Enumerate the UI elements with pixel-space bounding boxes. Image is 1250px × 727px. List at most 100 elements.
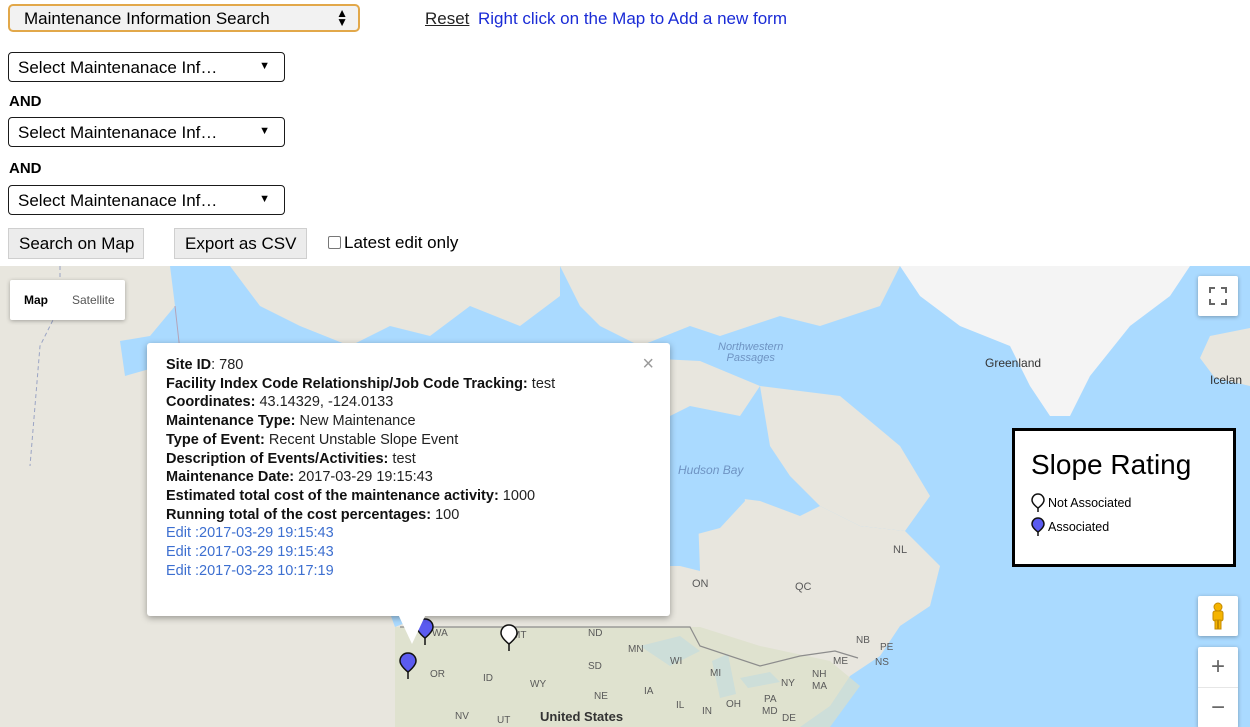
fullscreen-icon [1209, 287, 1227, 305]
map-label-de: DE [782, 713, 796, 724]
site-id-line: Site ID: 780 [166, 356, 670, 375]
map-label-in: IN [702, 706, 712, 717]
latest-edit-label: Latest edit only [344, 233, 459, 252]
map-label-sd: SD [588, 661, 602, 672]
maintenance-type-value: New Maintenance [295, 413, 416, 430]
street-view-button[interactable] [1198, 596, 1238, 636]
search-mode-value: Maintenance Information Search [24, 9, 270, 28]
maintenance-type-label: Maintenance Type: [166, 413, 296, 430]
map-label-united-states: United States [540, 709, 624, 724]
info-window: × Site ID: 780 Facility Index Code Relat… [147, 343, 670, 616]
maintenance-date-value: 2017-03-29 19:15:43 [294, 469, 433, 486]
site-id-value: : 780 [211, 357, 244, 373]
site-id-label: Site ID [166, 357, 212, 373]
facility-label: Facility Index Code Relationship/Job Cod… [166, 375, 528, 392]
edit-link-1[interactable]: Edit :2017-03-29 19:15:43 [166, 524, 670, 543]
chevron-down-icon: ▼ [259, 60, 270, 72]
map-label-nh: NH [812, 669, 827, 680]
legend-row-not-associated: Not Associated [1031, 491, 1233, 515]
filter-select-1[interactable]: Select Maintenanace Inf… ▼ [8, 52, 285, 82]
marker-not-associated[interactable] [500, 624, 518, 652]
map-label-oh: OH [726, 699, 741, 710]
event-type-label: Type of Event: [166, 431, 265, 448]
map-label-iceland: Icelan [1210, 373, 1243, 387]
map-label-ut: UT [497, 715, 511, 726]
cost-line: Estimated total cost of the maintenance … [166, 487, 670, 506]
edit-link-3[interactable]: Edit :2017-03-23 10:17:19 [166, 562, 670, 581]
reset-link[interactable]: Reset [425, 9, 469, 29]
legend-not-associated-label: Not Associated [1048, 496, 1132, 510]
fullscreen-button[interactable] [1198, 276, 1238, 316]
map-type-map-button[interactable]: Map [10, 280, 58, 320]
map-label-nl: NL [893, 544, 908, 556]
chevron-down-icon: ▼ [259, 193, 270, 205]
export-csv-button[interactable]: Export as CSV [174, 228, 307, 259]
info-window-tail [398, 614, 426, 644]
cost-value: 1000 [498, 487, 536, 504]
filter-select-2[interactable]: Select Maintenanace Inf… ▼ [8, 117, 285, 147]
cost-label: Estimated total cost of the maintenance … [166, 487, 499, 504]
description-label: Description of Events/Activities: [166, 450, 389, 467]
maintenance-date-line: Maintenance Date: 2017-03-29 19:15:43 [166, 468, 670, 487]
map-label-ia: IA [644, 686, 654, 697]
filter-select-3[interactable]: Select Maintenanace Inf… ▼ [8, 185, 285, 215]
map-label-il: IL [676, 700, 685, 711]
description-line: Description of Events/Activities: test [166, 450, 670, 469]
marker-filled-icon [1031, 517, 1045, 536]
map-label-md: MD [762, 706, 778, 717]
search-on-map-button[interactable]: Search on Map [8, 228, 145, 259]
latest-edit-checkbox[interactable]: Latest edit only [328, 233, 458, 253]
pegman-icon [1212, 602, 1224, 630]
checkbox-box[interactable] [328, 236, 341, 249]
coordinates-line: Coordinates: 43.14329, -124.0133 [166, 393, 670, 412]
running-total-line: Running total of the cost percentages: 1… [166, 506, 670, 525]
map-label-nd: ND [588, 628, 603, 639]
map-label-nb: NB [856, 635, 870, 646]
search-mode-select[interactable]: Maintenance Information Search ▲ ▼ [8, 4, 360, 32]
map-label-ns: NS [875, 657, 889, 668]
zoom-in-button[interactable]: + [1198, 647, 1238, 688]
map-label-pa: PA [764, 694, 777, 705]
filter-select-3-value: Select Maintenanace Inf… [18, 191, 218, 210]
map-label-wi: WI [670, 656, 683, 667]
select-arrows-icon: ▲ ▼ [336, 6, 348, 29]
maintenance-type-line: Maintenance Type: New Maintenance [166, 412, 670, 431]
zoom-control: + − [1198, 647, 1238, 727]
map-type-satellite-button[interactable]: Satellite [58, 280, 125, 320]
map-type-control: Map Satellite [10, 280, 125, 320]
filter-select-1-value: Select Maintenanace Inf… [18, 58, 218, 77]
chevron-down-icon: ▼ [259, 125, 270, 137]
add-form-hint-link[interactable]: Right click on the Map to Add a new form [478, 9, 787, 29]
legend-associated-label: Associated [1048, 520, 1110, 534]
map-label-id: ID [483, 673, 493, 684]
map-label-greenland: Greenland [985, 356, 1042, 370]
legend-row-associated: Associated [1031, 515, 1233, 539]
facility-line: Facility Index Code Relationship/Job Cod… [166, 375, 670, 394]
map-label-ne: NE [594, 691, 608, 702]
facility-value: test [527, 375, 556, 392]
zoom-out-button[interactable]: − [1198, 688, 1238, 727]
description-value: test [388, 450, 416, 467]
event-type-line: Type of Event: Recent Unstable Slope Eve… [166, 431, 670, 450]
slope-rating-legend: Slope Rating Not Associated Associated [1012, 428, 1236, 567]
close-icon[interactable]: × [642, 354, 654, 374]
map-label-mi: MI [710, 668, 722, 679]
map-label-nv: NV [455, 711, 469, 722]
marker-associated[interactable] [399, 652, 417, 680]
running-total-label: Running total of the cost percentages: [166, 506, 432, 523]
map-label-mn: MN [628, 644, 644, 655]
map-label-hudson-bay: Hudson Bay [678, 463, 744, 477]
maintenance-date-label: Maintenance Date: [166, 469, 295, 486]
map-label-ma: MA [812, 681, 827, 692]
running-total-value: 100 [431, 506, 460, 523]
and-label-1: AND [9, 93, 42, 110]
map-label-pe: PE [880, 642, 894, 653]
map-label-northwestern-passages: Northwestern Passages [718, 341, 784, 364]
filter-select-2-value: Select Maintenanace Inf… [18, 123, 218, 142]
coordinates-value: 43.14329, -124.0133 [255, 394, 394, 411]
event-type-value: Recent Unstable Slope Event [264, 431, 459, 448]
edit-link-2[interactable]: Edit :2017-03-29 19:15:43 [166, 543, 670, 562]
map-label-on: ON [692, 578, 709, 590]
map-label-or: OR [430, 669, 445, 680]
map-label-wy: WY [530, 679, 547, 690]
